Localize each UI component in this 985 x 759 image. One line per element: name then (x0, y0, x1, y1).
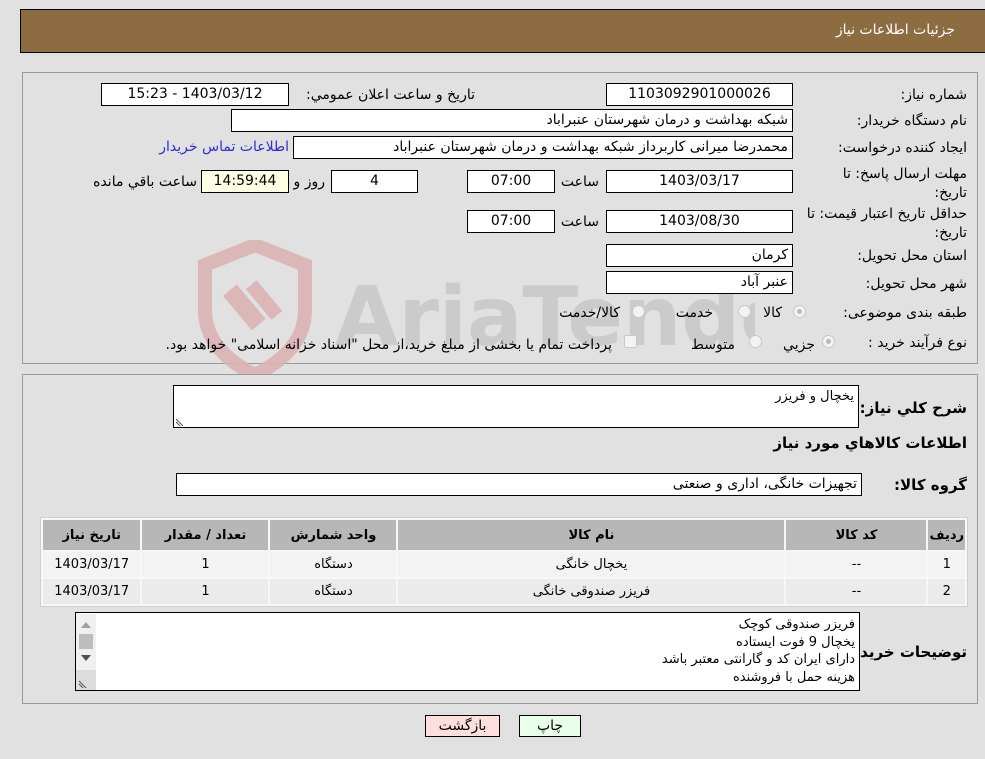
print-button[interactable]: چاپ (519, 715, 581, 737)
days-label: روز و (293, 174, 326, 190)
buyer-note-line: یخچال 9 فوت ایستاده (736, 634, 855, 650)
category-radio-goods-service[interactable] (632, 305, 645, 318)
price-validity-time-field: 07:00 (467, 210, 555, 233)
cell-qty: 1 (142, 552, 269, 577)
announce-label: تاریخ و ساعت اعلان عمومي: (306, 87, 475, 103)
table-header-row: ردیف کد کالا نام کالا واحد شمارش تعداد /… (43, 520, 965, 550)
province-label: استان محل تحویل: (857, 248, 967, 264)
buyer-org-field: شبکه بهداشت و درمان شهرستان عنبراباد (231, 109, 793, 132)
category-option-goods: کالا (763, 305, 782, 321)
price-validity-time-label: ساعت (560, 214, 599, 230)
scroll-down-icon[interactable] (81, 655, 91, 661)
goods-info-title: اطلاعات کالاهاي مورد نياز (773, 434, 967, 452)
cell-unit: دستگاه (270, 579, 397, 604)
cell-date: 1403/03/17 (43, 552, 141, 577)
buyer-notes-textarea[interactable]: فریزر صندوقی کوچک یخچال 9 فوت ایستاده دا… (75, 612, 860, 691)
goods-group-label: گروه کالا: (894, 476, 967, 494)
process-option-medium: متوسط (691, 337, 735, 353)
city-field: عنبر آباد (606, 271, 793, 294)
time-remaining-label: ساعت باقي مانده (93, 174, 197, 190)
resize-grip-icon[interactable] (78, 678, 88, 688)
col-code-header: کد کالا (786, 520, 927, 550)
process-radio-medium[interactable] (749, 335, 762, 348)
col-date-header: تاریخ نیاز (43, 520, 141, 550)
col-qty-header: تعداد / مقدار (142, 520, 269, 550)
cell-qty: 1 (142, 579, 269, 604)
treasury-payment-checkbox[interactable] (624, 335, 637, 348)
category-radio-service[interactable] (738, 305, 751, 318)
category-option-goods-service: کالا/خدمت (559, 305, 620, 321)
scroll-thumb[interactable] (79, 634, 93, 649)
goods-table: ردیف کد کالا نام کالا واحد شمارش تعداد /… (40, 517, 968, 607)
deadline-label: مهلت ارسال پاسخ: تا تاریخ: (842, 166, 967, 201)
col-name-header: نام کالا (398, 520, 785, 550)
price-validity-date-field: 1403/08/30 (606, 210, 793, 233)
cell-row: 1 (928, 552, 965, 577)
cell-row: 2 (928, 579, 965, 604)
col-unit-header: واحد شمارش (270, 520, 397, 550)
cell-name: یخچال خانگی (398, 552, 785, 577)
category-label: طبقه بندی موضوعی: (843, 305, 967, 321)
buyer-note-line: فریزر صندوقی کوچک (738, 617, 855, 632)
deadline-time-field: 07:00 (467, 170, 555, 193)
process-option-minor: جزيي (783, 337, 815, 353)
category-radio-goods[interactable] (793, 305, 806, 318)
process-radio-minor[interactable] (822, 335, 835, 348)
need-number-field: 1103092901000026 (606, 83, 793, 106)
cell-name: فریزر صندوقی خانگی (398, 579, 785, 604)
deadline-date-field: 1403/03/17 (606, 170, 793, 193)
province-field: کرمان (606, 244, 793, 267)
need-summary-text: یخچال و فریزر (775, 389, 854, 404)
page-header: جزئیات اطلاعات نیاز (20, 9, 985, 53)
page-title: جزئیات اطلاعات نیاز (835, 22, 955, 38)
buyer-contact-link[interactable]: اطلاعات تماس خریدار (159, 139, 289, 155)
time-remaining-field: 14:59:44 (201, 170, 289, 193)
back-button[interactable]: بازگشت (425, 715, 500, 737)
resize-corner (76, 670, 96, 690)
col-row-header: ردیف (928, 520, 965, 550)
cell-unit: دستگاه (270, 552, 397, 577)
buyer-notes-scrollbar[interactable] (76, 614, 96, 690)
goods-group-field: تجهیزات خانگی، اداری و صنعتی (176, 473, 862, 496)
need-summary-textarea[interactable]: یخچال و فریزر (173, 385, 859, 428)
treasury-payment-note: پرداخت تمام یا بخشی از مبلغ خرید،از محل … (165, 337, 612, 353)
table-row: 2 -- فریزر صندوقی خانگی دستگاه 1 1403/03… (43, 579, 965, 604)
days-remaining-field: 4 (331, 170, 418, 193)
resize-grip-icon[interactable] (175, 416, 185, 426)
city-label: شهر محل تحویل: (865, 276, 967, 292)
creator-label: ایجاد کننده درخواست: (838, 140, 967, 156)
category-option-service: خدمت (675, 305, 713, 321)
buyer-note-line: دارای ایران کد و گارانتی معتبر باشد (661, 652, 855, 667)
creator-field: محمدرضا میرانی کاربرداز شبکه بهداشت و در… (293, 136, 793, 159)
announce-datetime-field: 1403/03/12 - 15:23 (101, 83, 289, 106)
cell-code: -- (786, 579, 927, 604)
process-label: نوع فرآیند خرید : (868, 335, 967, 351)
cell-code: -- (786, 552, 927, 577)
buyer-note-line: هزینه حمل با فروشنده (732, 669, 855, 685)
scroll-up-icon[interactable] (81, 622, 91, 628)
deadline-time-label: ساعت (560, 174, 599, 190)
price-validity-label: حداقل تاریخ اعتبار قیمت: تا تاریخ: (806, 206, 967, 241)
cell-date: 1403/03/17 (43, 579, 141, 604)
buyer-org-label: نام دستگاه خریدار: (856, 113, 967, 129)
table-row: 1 -- یخچال خانگی دستگاه 1 1403/03/17 (43, 552, 965, 577)
need-number-label: شماره نیاز: (900, 87, 968, 103)
need-summary-label: شرح کلي نياز: (859, 399, 967, 417)
